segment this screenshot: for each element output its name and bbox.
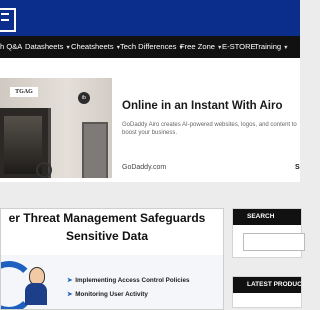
shop-sign: TGAG: [10, 87, 38, 97]
bicycle-wheel: [36, 162, 52, 178]
site-header: [0, 0, 300, 36]
site-logo-icon[interactable]: [0, 8, 16, 32]
ad-source-link[interactable]: GoDaddy.com: [122, 164, 166, 171]
shop-door: [82, 122, 108, 178]
ad-headline[interactable]: Online in an Instant With Airo: [122, 100, 282, 112]
search-input[interactable]: [243, 233, 305, 251]
arrow-right-icon: ➤: [67, 291, 73, 298]
nav-item-free-zone[interactable]: Free Zone ▼: [180, 36, 223, 58]
article-title-line-2: Sensitive Data: [65, 229, 149, 243]
ad-description: GoDaddy Airo creates AI-powered websites…: [122, 122, 297, 136]
nav-item-label: Training: [254, 42, 282, 51]
search-widget-heading: SEARCH: [233, 209, 301, 225]
nav-item-label: Free Zone: [180, 42, 216, 51]
nav-item-tech-qa[interactable]: h Q&A: [0, 36, 22, 58]
nav-item-cheatsheets[interactable]: Cheatsheets ▼: [71, 36, 121, 58]
nav-item-label: E-STORE: [222, 42, 256, 51]
nav-item-label: Tech Differences: [120, 42, 177, 51]
nav-item-label: h Q&A: [0, 42, 23, 51]
main-navigation: h Q&A Datasheets ▼ Cheatsheets ▼ Tech Diff…: [0, 36, 300, 58]
ad-cta-button[interactable]: S: [295, 164, 300, 171]
person-body-icon: [25, 283, 47, 305]
nav-item-estore[interactable]: E-STORE: [222, 36, 256, 58]
nav-item-datasheets[interactable]: Datasheets ▼: [25, 36, 71, 58]
article-bullet: ➤ Monitoring User Activity: [67, 291, 148, 298]
nav-item-tech-differences[interactable]: Tech Differences ▼: [120, 36, 184, 58]
chevron-down-icon: ▼: [283, 45, 289, 51]
article-bullet: ➤ Implementing Access Control Policies: [67, 277, 190, 284]
ad-image[interactable]: TGAG ib: [0, 78, 112, 178]
latest-products-widget: LATEST PRODUCTS: [232, 276, 302, 308]
arrow-right-icon: ➤: [67, 277, 73, 284]
nav-item-label: Cheatsheets: [71, 42, 114, 51]
nav-item-training[interactable]: Training ▼: [254, 36, 289, 58]
latest-products-heading: LATEST PRODUCTS: [233, 277, 301, 293]
featured-article-card[interactable]: er Threat Management Safeguards Sensitiv…: [0, 208, 224, 310]
shop-badge: ib: [78, 92, 90, 104]
search-widget: SEARCH: [232, 208, 305, 258]
nav-item-label: Datasheets: [25, 42, 64, 51]
article-title-line-1: er Threat Management Safeguards: [8, 211, 206, 225]
